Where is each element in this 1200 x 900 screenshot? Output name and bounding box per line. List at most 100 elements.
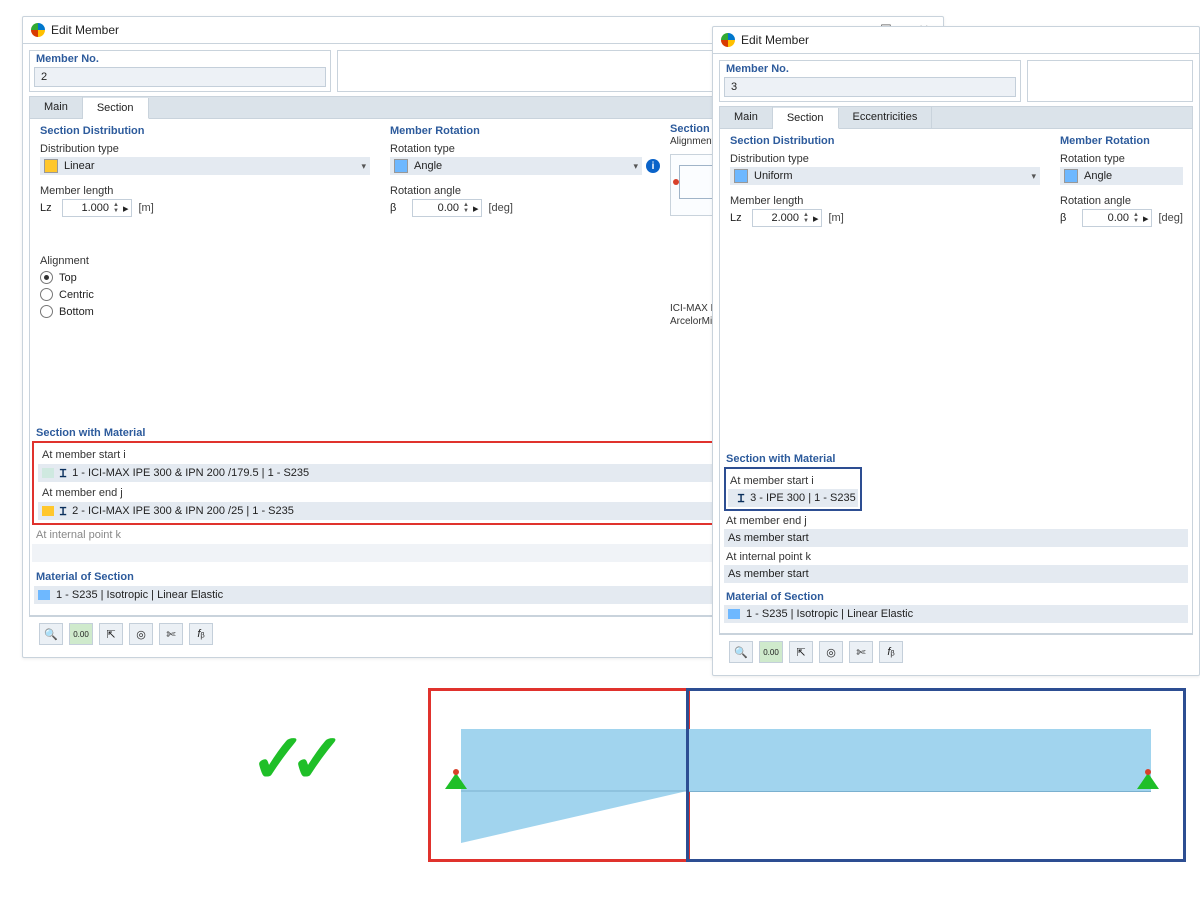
- material-combo[interactable]: 1 - S235 | Isotropic | Linear Elastic ▾: [34, 586, 768, 604]
- diagram-uniform: [686, 688, 1186, 862]
- heading-material-of-section: Material of Section: [720, 589, 1192, 605]
- tab-section[interactable]: Section: [773, 108, 839, 129]
- material-combo[interactable]: 1 - S235 | Isotropic | Linear Elastic: [724, 605, 1188, 623]
- tab-eccentricities[interactable]: Eccentricities: [839, 107, 933, 128]
- rotation-type-combo[interactable]: Angle: [1060, 167, 1183, 185]
- i-section-icon: Ɪ: [60, 504, 66, 519]
- length-unit: [m]: [138, 202, 153, 214]
- section-end-combo[interactable]: As member start: [724, 529, 1188, 547]
- heading-member-rotation: Member Rotation: [390, 123, 660, 141]
- cut-button[interactable]: ✄: [849, 641, 873, 663]
- length-unit: [m]: [828, 212, 843, 224]
- heading-material-of-section: Material of Section: [30, 569, 140, 585]
- member-no-input[interactable]: 2: [34, 67, 326, 87]
- length-symbol: Lz: [730, 212, 746, 224]
- section-material-highlight: At member start i Ɪ 3 - IPE 300 | 1 - S2…: [724, 467, 862, 511]
- support-icon: [445, 773, 467, 789]
- rotation-type-label: Rotation type: [1060, 151, 1183, 167]
- tab-main[interactable]: Main: [720, 107, 773, 128]
- swatch-icon: [394, 159, 408, 173]
- units-button[interactable]: 0.00: [759, 641, 783, 663]
- member-length-input[interactable]: 1.000 ▲▼ ▸: [62, 199, 132, 217]
- axis-button[interactable]: ⇱: [789, 641, 813, 663]
- rotation-type-value: Angle: [1084, 170, 1179, 182]
- chevron-down-icon: ▾: [633, 161, 638, 172]
- dist-type-value: Linear: [64, 160, 357, 172]
- title-bar: Edit Member: [713, 27, 1199, 54]
- section-start-combo[interactable]: Ɪ 1 - ICI-MAX IPE 300 & IPN 200 /179.5 |…: [38, 464, 800, 482]
- section-end-combo[interactable]: Ɪ 2 - ICI-MAX IPE 300 & IPN 200 /25 | 1 …: [38, 502, 800, 520]
- swatch-icon: [734, 169, 748, 183]
- member-no-label: Member No.: [720, 61, 1020, 75]
- swatch-icon: [42, 506, 54, 516]
- dialog-edit-member-right: Edit Member Member No. 3 Main Section Ec…: [712, 26, 1200, 676]
- rotation-type-value: Angle: [414, 160, 629, 172]
- material-value: 1 - S235 | Isotropic | Linear Elastic: [746, 608, 913, 620]
- section-start-value: 3 - IPE 300 | 1 - S235: [750, 492, 856, 504]
- start-label: At member start i: [728, 471, 858, 489]
- app-icon: [31, 23, 45, 37]
- member-length-value: 1.000: [69, 202, 109, 214]
- support-icon: [1137, 773, 1159, 789]
- dist-type-combo[interactable]: Linear ▾: [40, 157, 370, 175]
- function-button[interactable]: fᵦ: [879, 641, 903, 663]
- section-end-value: As member start: [728, 532, 809, 544]
- axis-button[interactable]: ⇱: [99, 623, 123, 645]
- info-icon[interactable]: i: [646, 159, 660, 173]
- units-button[interactable]: 0.00: [69, 623, 93, 645]
- section-start-value: 1 - ICI-MAX IPE 300 & IPN 200 /179.5 | 1…: [72, 467, 309, 479]
- member-length-label: Member length: [40, 183, 370, 199]
- dist-type-value: Uniform: [754, 170, 1027, 182]
- member-length-input[interactable]: 2.000 ▲▼ ▸: [752, 209, 822, 227]
- search-icon[interactable]: 🔍: [729, 641, 753, 663]
- rotation-angle-value: 0.00: [419, 202, 459, 214]
- function-button[interactable]: fᵦ: [189, 623, 213, 645]
- i-section-icon: Ɪ: [738, 491, 744, 506]
- dist-type-label: Distribution type: [730, 151, 1040, 167]
- rotation-angle-value: 0.00: [1089, 212, 1129, 224]
- heading-section-with-material: Section with Material: [720, 451, 1192, 467]
- window-title: Edit Member: [51, 23, 119, 37]
- rotation-angle-input[interactable]: 0.00 ▲▼ ▸: [412, 199, 482, 217]
- section-internal-combo[interactable]: As member start: [724, 565, 1188, 583]
- preview-button[interactable]: ◎: [129, 623, 153, 645]
- tab-bar: Main Section Eccentricities: [719, 106, 1193, 128]
- angle-symbol: β: [390, 202, 406, 214]
- rotation-type-label: Rotation type: [390, 141, 660, 157]
- align-centric-radio[interactable]: Centric: [40, 286, 370, 303]
- search-icon[interactable]: 🔍: [39, 623, 63, 645]
- heading-section-distribution: Section Distribution: [730, 133, 1040, 151]
- footer-toolbar: 🔍 0.00 ⇱ ◎ ✄ fᵦ: [719, 634, 1193, 669]
- tab-section[interactable]: Section: [83, 98, 149, 119]
- section-start-combo[interactable]: Ɪ 3 - IPE 300 | 1 - S235: [728, 489, 858, 507]
- tab-main[interactable]: Main: [30, 97, 83, 118]
- section-internal-value: As member start: [728, 568, 809, 580]
- heading-section-distribution: Section Distribution: [40, 123, 370, 141]
- swatch-icon: [44, 159, 58, 173]
- rotation-angle-input[interactable]: 0.00 ▲▼ ▸: [1082, 209, 1152, 227]
- section-internal-combo: [32, 544, 806, 562]
- cut-button[interactable]: ✄: [159, 623, 183, 645]
- rotation-type-combo[interactable]: Angle ▾: [390, 157, 642, 175]
- dist-type-combo[interactable]: Uniform ▾: [730, 167, 1040, 185]
- dist-type-label: Distribution type: [40, 141, 370, 157]
- angle-unit: [deg]: [1158, 212, 1182, 224]
- end-label: At member end j: [720, 511, 1192, 529]
- preview-button[interactable]: ◎: [819, 641, 843, 663]
- swatch-icon: [38, 590, 50, 600]
- i-section-icon: Ɪ: [60, 466, 66, 481]
- rotation-angle-label: Rotation angle: [390, 183, 660, 199]
- member-length-value: 2.000: [759, 212, 799, 224]
- material-value: 1 - S235 | Isotropic | Linear Elastic: [56, 589, 223, 601]
- swatch-icon: [728, 609, 740, 619]
- heading-member-rotation: Member Rotation: [1060, 133, 1183, 151]
- member-no-input[interactable]: 3: [724, 77, 1016, 97]
- app-icon: [721, 33, 735, 47]
- angle-unit: [deg]: [488, 202, 512, 214]
- align-top-radio[interactable]: Top: [40, 269, 370, 286]
- rotation-angle-label: Rotation angle: [1060, 193, 1183, 209]
- align-bottom-radio[interactable]: Bottom: [40, 303, 370, 320]
- internal-label: At internal point k: [720, 547, 1192, 565]
- alignment-heading: Alignment: [40, 253, 370, 269]
- chevron-down-icon: ▾: [1031, 171, 1036, 182]
